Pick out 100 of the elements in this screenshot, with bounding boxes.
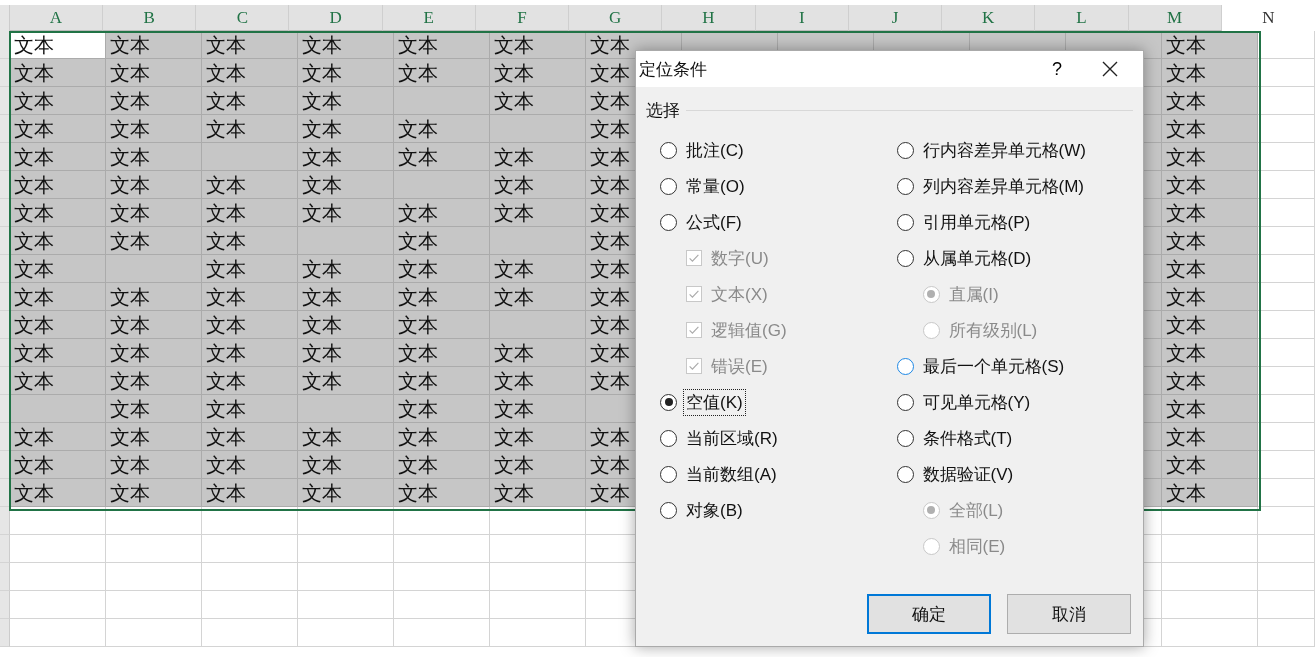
table-cell: 文本 (490, 395, 586, 423)
column-header[interactable]: E (382, 5, 476, 31)
row-header[interactable] (0, 59, 10, 87)
table-cell: 文本 (1162, 59, 1258, 87)
column-header[interactable]: L (1035, 5, 1129, 31)
dialog-button[interactable]: 取消 (1007, 594, 1131, 634)
table-cell: 文本 (394, 451, 490, 479)
table-cell: 文本 (1162, 115, 1258, 143)
table-cell: 文本 (490, 367, 586, 395)
column-header[interactable]: C (196, 5, 290, 31)
column-header[interactable]: J (848, 5, 943, 31)
column-header[interactable]: D (289, 5, 383, 31)
table-cell: 文本 (10, 87, 106, 115)
table-cell: 文本 (490, 31, 586, 59)
table-cell: 文本 (490, 451, 586, 479)
table-cell: 文本 (10, 283, 106, 311)
table-cell: 文本 (10, 59, 106, 87)
table-cell: 文本 (202, 339, 298, 367)
table-cell: 文本 (298, 283, 394, 311)
table-cell: 文本 (1162, 479, 1258, 507)
dialog-button[interactable]: 确定 (867, 594, 991, 634)
table-cell: 文本 (202, 171, 298, 199)
table-cell: 文本 (298, 479, 394, 507)
table-cell: 文本 (10, 451, 106, 479)
table-cell: 文本 (202, 59, 298, 87)
table-cell: 文本 (490, 143, 586, 171)
table-cell: 文本 (394, 143, 490, 171)
table-cell: 文本 (394, 227, 490, 255)
table-cell: 文本 (490, 479, 586, 507)
column-header[interactable]: H (662, 5, 756, 31)
radio-option[interactable]: 可见单元格(Y) (896, 384, 1034, 420)
table-cell: 文本 (1162, 339, 1258, 367)
corner-cell[interactable] (0, 5, 10, 31)
row-header[interactable] (0, 283, 10, 311)
table-cell: 文本 (298, 311, 394, 339)
row-header[interactable] (0, 255, 10, 283)
column-header[interactable]: A (9, 5, 103, 31)
row-header[interactable] (0, 367, 10, 395)
table-cell: 文本 (106, 171, 202, 199)
table-cell: 文本 (490, 171, 586, 199)
row-header[interactable] (0, 87, 10, 115)
row-header[interactable] (0, 395, 10, 423)
column-header[interactable]: G (569, 5, 663, 31)
empty-cell (1258, 563, 1315, 591)
table-cell: 文本 (394, 59, 490, 87)
table-cell: 文本 (106, 479, 202, 507)
column-header[interactable]: B (102, 5, 197, 31)
table-cell: 文本 (10, 31, 106, 59)
radio-option[interactable]: 从属单元格(D) (896, 240, 1035, 276)
column-header[interactable]: K (942, 5, 1036, 31)
table-cell: 文本 (202, 87, 298, 115)
row-header[interactable] (0, 31, 10, 59)
column-header[interactable]: I (755, 5, 849, 31)
table-cell: 文本 (202, 311, 298, 339)
table-cell: 文本 (202, 451, 298, 479)
table-cell: 文本 (394, 395, 490, 423)
table-cell: 文本 (490, 59, 586, 87)
row-header[interactable] (0, 143, 10, 171)
table-cell: 文本 (10, 115, 106, 143)
radio-option[interactable]: 最后一个单元格(S) (896, 348, 1068, 384)
row-header[interactable] (0, 311, 10, 339)
table-cell: 文本 (106, 395, 202, 423)
table-cell: 文本 (298, 199, 394, 227)
help-button[interactable]: ? (1037, 51, 1077, 87)
row-header[interactable] (0, 451, 10, 479)
row-header[interactable] (0, 339, 10, 367)
table-cell: 文本 (106, 451, 202, 479)
radio-option[interactable]: 行内容差异单元格(W) (896, 132, 1089, 168)
row-header[interactable] (0, 423, 10, 451)
row-header[interactable] (0, 115, 10, 143)
radio-option[interactable]: 引用单元格(P) (896, 204, 1034, 240)
table-cell: 文本 (298, 423, 394, 451)
table-cell: 文本 (202, 479, 298, 507)
table-cell: 文本 (106, 311, 202, 339)
radio-option[interactable]: 列内容差异单元格(M) (896, 168, 1087, 204)
table-cell: 文本 (202, 395, 298, 423)
table-cell: 文本 (202, 199, 298, 227)
row-header[interactable] (0, 479, 10, 507)
table-cell: 文本 (1162, 311, 1258, 339)
table-cell: 文本 (394, 367, 490, 395)
empty-cell (1258, 507, 1315, 535)
table-cell: 文本 (298, 143, 394, 171)
table-cell: 文本 (1162, 227, 1258, 255)
table-cell: 文本 (394, 339, 490, 367)
row-header[interactable] (0, 227, 10, 255)
table-cell: 文本 (10, 339, 106, 367)
table-cell: 文本 (394, 31, 490, 59)
table-cell: 文本 (106, 423, 202, 451)
column-header[interactable]: M (1128, 5, 1222, 31)
column-header[interactable]: F (475, 5, 570, 31)
radio-option[interactable]: 条件格式(T) (896, 420, 1016, 456)
table-cell: 文本 (1162, 171, 1258, 199)
row-header[interactable] (0, 171, 10, 199)
row-header[interactable] (0, 199, 10, 227)
table-cell: 文本 (394, 311, 490, 339)
table-cell: 文本 (394, 423, 490, 451)
table-cell: 文本 (202, 227, 298, 255)
table-cell: 文本 (202, 255, 298, 283)
radio-option[interactable]: 数据验证(V) (896, 456, 1017, 492)
table-cell: 文本 (1162, 143, 1258, 171)
